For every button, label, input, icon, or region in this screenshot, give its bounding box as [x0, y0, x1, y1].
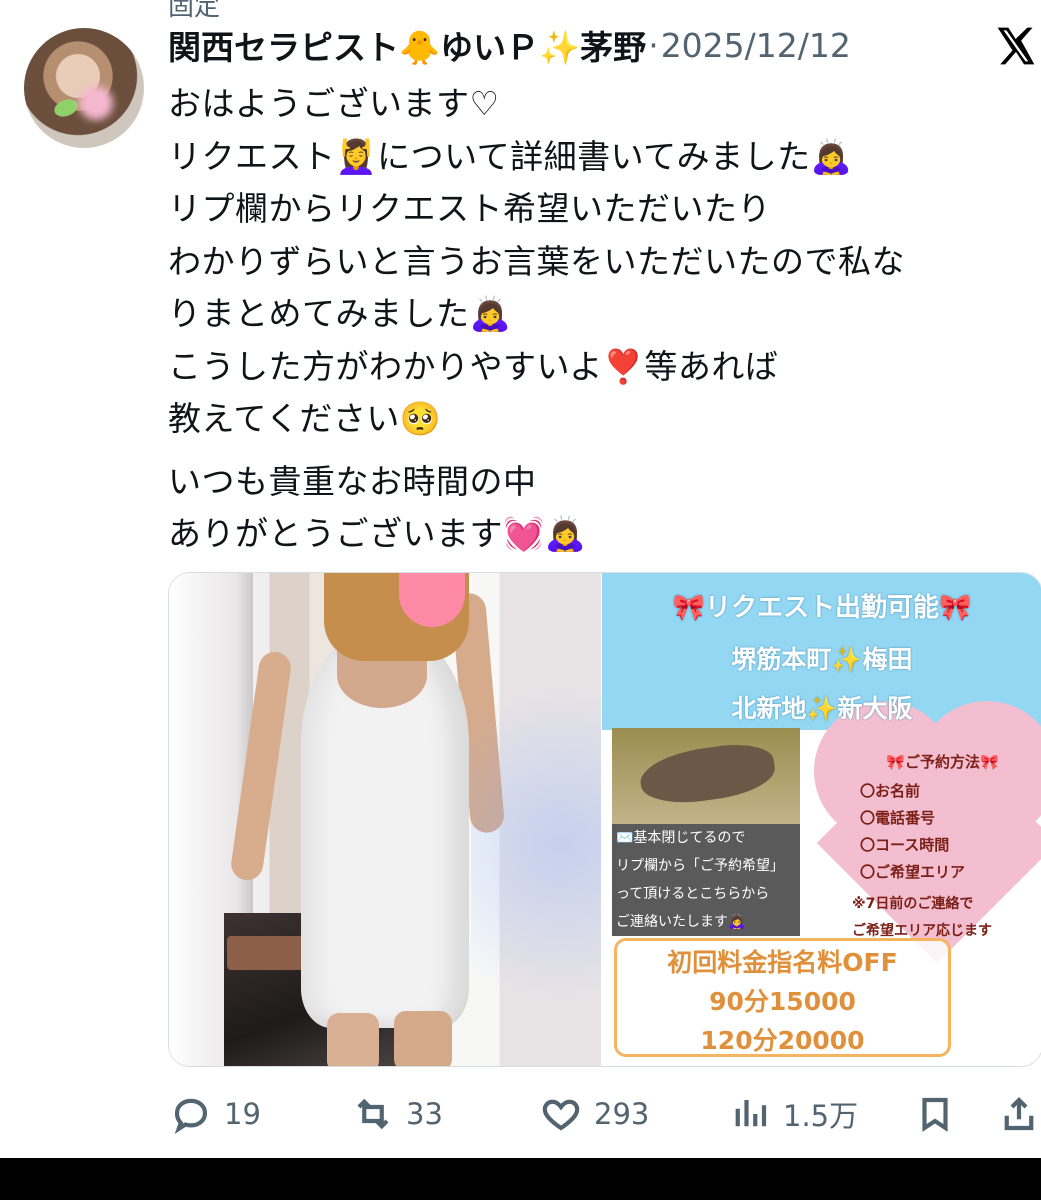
tweet-line: リプ欄からリクエスト希望いただいたり — [168, 189, 771, 228]
tweet-line: いつも貴重なお時間の中 — [168, 461, 537, 501]
tweet-line: りまとめてみました🙇‍♀️ — [168, 294, 512, 333]
bottom-black-bar — [0, 1158, 1041, 1200]
views-button[interactable]: 1.5万 — [729, 1093, 858, 1135]
reservation-item: 〇ご希望エリア — [860, 863, 966, 881]
sparkle-light — [471, 573, 601, 1066]
tweet-line: ありがとうございます💓🙇‍♀️ — [168, 514, 587, 553]
tweet-line: わかりずらいと言うお言葉をいただいたので私な — [168, 241, 905, 281]
share-button[interactable] — [998, 1093, 1040, 1135]
reservation-notice: ※7日前のご連絡で ご希望エリア応じます — [852, 891, 1022, 945]
like-button[interactable]: 293 — [540, 1093, 649, 1135]
avatar-blur — [79, 86, 113, 120]
reservation-item: 〇お名前 — [860, 782, 921, 800]
reservation-title: 🎀ご予約方法🎀 — [886, 753, 999, 771]
towel — [227, 936, 309, 970]
retweet-icon — [357, 1098, 389, 1130]
card-title: 🎀リクエスト出勤可能🎀 — [672, 593, 972, 623]
request-info-card[interactable]: 🎀リクエスト出勤可能🎀 堺筋本町✨梅田 北新地✨新大阪 ✉️基本閉じてるので リ… — [602, 573, 1041, 1066]
bookmark-icon — [922, 1097, 948, 1132]
area-line-1: 堺筋本町✨梅田 — [731, 645, 913, 674]
reservation-method: 🎀ご予約方法🎀 〇お名前 〇電話番号 〇コース時間 〇ご希望エリア — [860, 749, 1025, 886]
tweet-header: 関西セラピスト🐥ゆいＰ✨茅野 · 2025/12/12 — [168, 22, 851, 68]
retweet-count: 33 — [406, 1097, 443, 1131]
photo-left[interactable] — [169, 573, 601, 1066]
tweet-line: おはようございます♡ — [168, 84, 500, 123]
contact-note-line: って頂けるとこちらから — [616, 886, 770, 902]
contact-note-line: リプ欄から「ご予約希望」 — [616, 858, 784, 874]
price-box: 初回料金指名料OFF 90分15000 120分20000 — [614, 938, 951, 1057]
left-leg — [327, 1013, 379, 1066]
tweet-line: 教えてください🥺 — [168, 399, 442, 438]
action-bar: 19 33 293 1.5万 — [170, 1092, 1040, 1136]
share-icon — [1004, 1097, 1034, 1131]
price-line: 90分15000 — [709, 987, 856, 1016]
media-attachment[interactable]: 🎀リクエスト出勤可能🎀 堺筋本町✨梅田 北新地✨新大阪 ✉️基本閉じてるので リ… — [168, 572, 1041, 1067]
tweet-line: リクエスト💆‍♀️について詳細書いてみました🙇‍♀️ — [168, 136, 853, 176]
reply-icon — [174, 1098, 208, 1135]
like-icon — [542, 1099, 580, 1131]
tweet-text: おはようございます♡ リクエスト💆‍♀️について詳細書いてみました🙇‍♀️ リプ… — [168, 78, 1028, 561]
reservation-item: 〇電話番号 — [860, 809, 936, 827]
reservation-item: 〇コース時間 — [860, 836, 950, 854]
view-count: 1.5万 — [783, 1099, 859, 1133]
reply-count: 19 — [224, 1097, 261, 1131]
contact-note-line: ご連絡いたします🙇‍♀️ — [616, 914, 746, 930]
area-line-2: 北新地✨新大阪 — [731, 694, 913, 723]
author-name[interactable]: 関西セラピスト🐥ゆいＰ✨茅野 — [168, 21, 646, 69]
reply-button[interactable]: 19 — [170, 1093, 261, 1135]
price-line: 120分20000 — [700, 1026, 865, 1055]
x-logo-icon[interactable] — [994, 24, 1038, 68]
like-count: 293 — [594, 1097, 650, 1131]
avatar[interactable] — [24, 28, 144, 148]
tweet-line: こうした方がわかりやすいよ❣️等あれば — [168, 346, 779, 386]
bookmark-button[interactable] — [914, 1093, 956, 1135]
views-icon — [735, 1100, 767, 1127]
contact-note-line: ✉️基本閉じてるので — [616, 830, 746, 846]
notice-line: ※7日前のご連絡で — [852, 896, 974, 912]
tweet-date[interactable]: 2025/12/12 — [661, 26, 851, 65]
avatar-leaf-icon — [51, 96, 81, 120]
price-line: 初回料金指名料OFF — [667, 948, 898, 977]
right-leg — [394, 1011, 452, 1066]
separator-dot: · — [648, 25, 659, 65]
top-partial-label: 固定 — [168, 0, 221, 22]
contact-note: ✉️基本閉じてるので リプ欄から「ご予約希望」 って頂けるとこちらから ご連絡い… — [612, 824, 800, 936]
retweet-button[interactable]: 33 — [352, 1093, 443, 1135]
